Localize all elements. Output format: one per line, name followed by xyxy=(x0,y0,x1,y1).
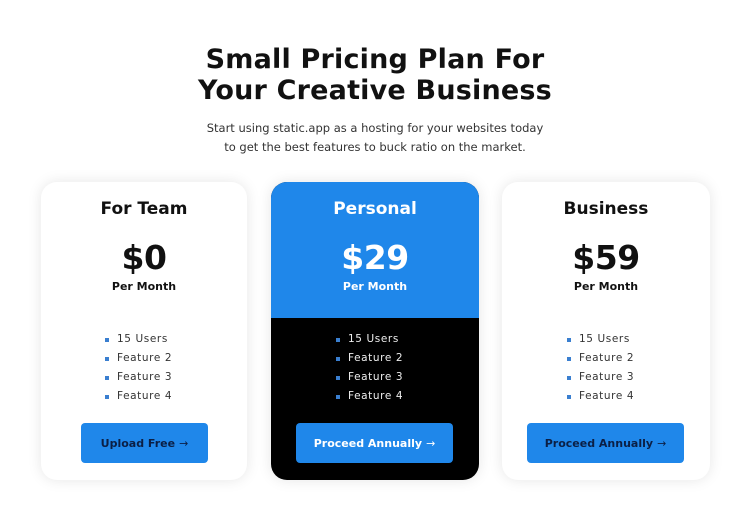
button-label: Proceed Annually xyxy=(544,436,654,450)
feature-item: Feature 3 xyxy=(271,368,479,387)
plan-price: $0 xyxy=(121,238,167,277)
feature-list: 15 Users Feature 2 Feature 3 Feature 4 xyxy=(502,330,710,406)
arrow-right-icon: → xyxy=(426,436,436,450)
title-line-2: Your Creative Business xyxy=(198,75,552,106)
bullet-icon xyxy=(105,394,109,399)
plan-name: Business xyxy=(563,199,649,219)
bullet-icon xyxy=(336,356,340,361)
feature-item: Feature 3 xyxy=(41,368,247,387)
feature-text: Feature 3 xyxy=(117,371,173,383)
plan-name: Personal xyxy=(333,199,417,219)
upload-free-button[interactable]: Upload Free → xyxy=(81,423,208,463)
button-label: Proceed Annually xyxy=(313,436,423,450)
feature-text: Feature 2 xyxy=(579,352,635,364)
plan-name: For Team xyxy=(100,199,188,219)
feature-text: Feature 3 xyxy=(348,371,404,383)
plan-period: Per Month xyxy=(342,280,408,293)
feature-item: Feature 4 xyxy=(502,387,710,406)
arrow-right-icon: → xyxy=(179,436,189,450)
feature-item: Feature 4 xyxy=(271,387,479,406)
card-header: For Team $0 Per Month xyxy=(41,182,247,318)
feature-text: Feature 4 xyxy=(579,390,635,402)
page-title: Small Pricing Plan For Your Creative Bus… xyxy=(0,44,750,106)
feature-item: Feature 4 xyxy=(41,387,247,406)
pricing-card-personal: Personal $29 Per Month 15 Users Feature … xyxy=(271,182,479,480)
plan-price: $29 xyxy=(341,238,409,277)
feature-text: 15 Users xyxy=(348,333,399,345)
bullet-icon xyxy=(105,337,109,342)
card-header: Business $59 Per Month xyxy=(502,182,710,318)
subtitle-line-2: to get the best features to buck ratio o… xyxy=(224,140,526,154)
bullet-icon xyxy=(567,375,571,380)
plan-period: Per Month xyxy=(573,280,639,293)
plan-period: Per Month xyxy=(111,280,177,293)
feature-item: Feature 2 xyxy=(271,349,479,368)
proceed-annually-button[interactable]: Proceed Annually → xyxy=(296,423,453,463)
feature-item: 15 Users xyxy=(271,330,479,349)
bullet-icon xyxy=(567,337,571,342)
feature-list: 15 Users Feature 2 Feature 3 Feature 4 xyxy=(41,330,247,406)
feature-text: Feature 2 xyxy=(117,352,173,364)
feature-item: 15 Users xyxy=(41,330,247,349)
feature-item: Feature 2 xyxy=(41,349,247,368)
arrow-right-icon: → xyxy=(657,436,667,450)
feature-text: Feature 4 xyxy=(117,390,173,402)
pricing-card-for-team: For Team $0 Per Month 15 Users Feature 2… xyxy=(41,182,247,480)
bullet-icon xyxy=(336,375,340,380)
bullet-icon xyxy=(567,356,571,361)
feature-text: Feature 3 xyxy=(579,371,635,383)
title-line-1: Small Pricing Plan For xyxy=(205,44,545,75)
bullet-icon xyxy=(567,394,571,399)
feature-item: Feature 2 xyxy=(502,349,710,368)
bullet-icon xyxy=(105,356,109,361)
feature-text: 15 Users xyxy=(579,333,630,345)
feature-item: 15 Users xyxy=(502,330,710,349)
button-label: Upload Free xyxy=(100,436,176,450)
feature-list: 15 Users Feature 2 Feature 3 Feature 4 xyxy=(271,330,479,406)
plan-price: $59 xyxy=(572,238,640,277)
feature-text: 15 Users xyxy=(117,333,168,345)
feature-text: Feature 2 xyxy=(348,352,404,364)
card-header: Personal $29 Per Month xyxy=(271,182,479,318)
bullet-icon xyxy=(336,337,340,342)
pricing-card-business: Business $59 Per Month 15 Users Feature … xyxy=(502,182,710,480)
feature-text: Feature 4 xyxy=(348,390,404,402)
feature-item: Feature 3 xyxy=(502,368,710,387)
bullet-icon xyxy=(105,375,109,380)
proceed-annually-button[interactable]: Proceed Annually → xyxy=(527,423,684,463)
bullet-icon xyxy=(336,394,340,399)
page-subtitle: Start using static.app as a hosting for … xyxy=(0,119,750,157)
subtitle-line-1: Start using static.app as a hosting for … xyxy=(206,121,544,135)
